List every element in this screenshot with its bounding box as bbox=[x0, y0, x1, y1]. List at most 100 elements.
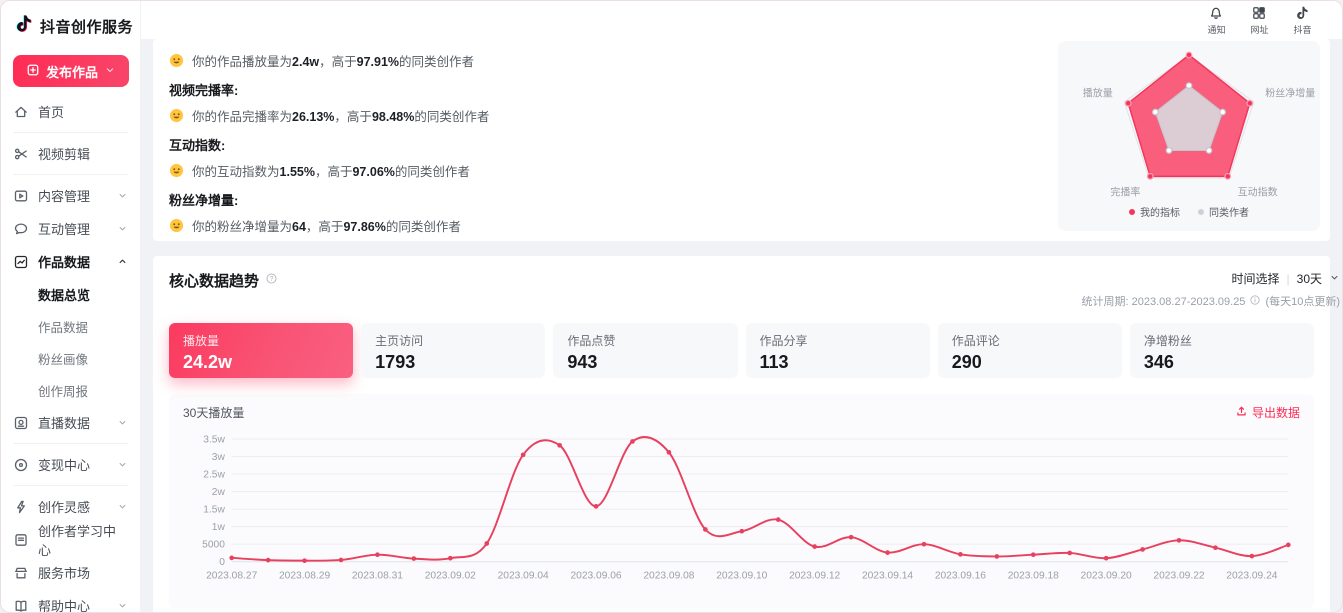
metric-description: 你的互动指数为1.55%，高于97.06%的同类创作者 bbox=[169, 161, 1030, 180]
book-icon bbox=[13, 598, 29, 613]
sidebar-item-label: 服务市场 bbox=[38, 563, 90, 582]
info-icon bbox=[1249, 294, 1261, 306]
update-note: (每天10点更新) bbox=[1265, 293, 1340, 309]
stat-card-label: 作品分享 bbox=[760, 332, 916, 349]
stat-card-label: 净增粉丝 bbox=[1144, 332, 1300, 349]
stat-card-comments[interactable]: 作品评论290 bbox=[938, 323, 1122, 378]
sidebar-item-home[interactable]: 首页 bbox=[1, 95, 140, 128]
metric-block: 互动指数:你的互动指数为1.55%，高于97.06%的同类创作者 bbox=[169, 135, 1030, 180]
chevron-down-icon bbox=[1329, 272, 1340, 286]
legend-peer-creators[interactable]: 同类作者 bbox=[1198, 204, 1249, 219]
stat-card-row: 播放量24.2w主页访问1793作品点赞943作品分享113作品评论290净增粉… bbox=[169, 323, 1314, 378]
scissors-icon bbox=[13, 146, 29, 162]
topbar-action-sites[interactable]: 网址 bbox=[1250, 5, 1269, 36]
stat-card-new-followers[interactable]: 净增粉丝 346 bbox=[1130, 323, 1314, 378]
sidebar-item-creator-learning-center[interactable]: 创作者学习中心 bbox=[1, 523, 140, 556]
x-axis-label: 2023.09.06 bbox=[570, 570, 621, 581]
topbar-action-douyin[interactable]: 抖音 bbox=[1293, 5, 1312, 36]
stat-card-likes[interactable]: 作品点赞 943 bbox=[553, 323, 737, 378]
radar-panel: 粉丝净增量互动指数完播率播放量 我的指标 同类作者 bbox=[1058, 41, 1320, 231]
line-chart[interactable]: 050001w1.5w2w2.5w3w3.5w2023.08.272023.08… bbox=[183, 421, 1300, 612]
sidebar-item-works-data[interactable]: 作品数据 bbox=[1, 245, 140, 278]
brand[interactable]: 抖音创作服务 bbox=[1, 1, 140, 43]
line-chart-title: 30天播放量 bbox=[183, 404, 244, 421]
stat-card-value: 943 bbox=[567, 352, 723, 373]
brand-title: 抖音创作服务 bbox=[40, 16, 133, 37]
stat-card-label: 作品评论 bbox=[952, 332, 1108, 349]
sidebar-item-label: 创作灵感 bbox=[38, 497, 90, 516]
stat-card-label: 作品点赞 bbox=[567, 332, 723, 349]
sidebar-item-label: 互动管理 bbox=[38, 219, 90, 238]
x-axis-label: 2023.09.04 bbox=[498, 570, 549, 581]
sidebar-item-content-management[interactable]: 内容管理 bbox=[1, 179, 140, 212]
x-axis-label: 2023.09.02 bbox=[425, 570, 476, 581]
sidebar-item-service-market[interactable]: 服务市场 bbox=[1, 556, 140, 589]
app-window: 抖音创作服务 发布作品 首页视频剪辑内容管理互动管理作品数据数据总览作品数据粉丝… bbox=[0, 0, 1343, 613]
metric-block: 粉丝净增量:你的粉丝净增量为64，高于97.86%的同类创作者 bbox=[169, 190, 1030, 235]
chevDown-icon bbox=[117, 600, 128, 611]
sidebar-item-label: 视频剪辑 bbox=[38, 144, 90, 163]
spark-icon bbox=[13, 499, 29, 515]
sidebar-item-creation-inspiration[interactable]: 创作灵感 bbox=[1, 490, 140, 523]
info-icon[interactable] bbox=[1249, 294, 1261, 309]
chevDown-icon bbox=[104, 64, 116, 76]
legend-my-metrics[interactable]: 我的指标 bbox=[1129, 204, 1180, 219]
line-chart-svg: 050001w1.5w2w2.5w3w3.5w2023.08.272023.08… bbox=[183, 421, 1300, 607]
sidebar-item-label: 创作者学习中心 bbox=[38, 521, 128, 559]
sidebar-item-label: 作品数据 bbox=[38, 252, 90, 271]
stat-card-value: 113 bbox=[760, 352, 916, 373]
y-axis-label: 2.5w bbox=[203, 469, 225, 480]
note-icon bbox=[1294, 5, 1310, 21]
smiley-icon bbox=[169, 108, 184, 123]
period-text: 统计周期: 2023.08.27-2023.09.25 bbox=[1082, 293, 1246, 309]
chevDown-icon bbox=[1329, 272, 1340, 283]
sidebar-subitem-creation-weekly[interactable]: 创作周报 bbox=[1, 374, 140, 406]
radar-axis-label: 互动指数 bbox=[1238, 185, 1278, 198]
trend-header: 核心数据趋势 ? 时间选择 | 30天 统计周期: 2023.08.27-202… bbox=[169, 270, 1314, 309]
topbar-action-notifications[interactable]: 通知 bbox=[1207, 5, 1226, 36]
stat-period: 统计周期: 2023.08.27-2023.09.25 (每天10点更新) bbox=[1082, 293, 1340, 309]
legend-label: 我的指标 bbox=[1140, 204, 1180, 219]
stat-card-plays[interactable]: 播放量24.2w bbox=[169, 323, 353, 378]
metric-title: 粉丝净增量: bbox=[169, 190, 1030, 209]
sidebar-divider bbox=[13, 174, 128, 175]
radar-svg: 粉丝净增量互动指数完播率播放量 bbox=[1058, 43, 1320, 201]
export-data-button[interactable]: 导出数据 bbox=[1235, 404, 1300, 421]
legend-dot-red bbox=[1129, 209, 1135, 215]
time-range-select[interactable]: 时间选择 | 30天 bbox=[1232, 270, 1341, 287]
radar-axis-label: 粉丝净增量 bbox=[1265, 87, 1315, 100]
coin-icon bbox=[13, 457, 29, 473]
topbar-action-label: 网址 bbox=[1250, 22, 1268, 35]
stat-card-value: 24.2w bbox=[183, 352, 339, 373]
stat-card-label: 主页访问 bbox=[375, 332, 531, 349]
sidebar-item-video-edit[interactable]: 视频剪辑 bbox=[1, 137, 140, 170]
export-label: 导出数据 bbox=[1252, 404, 1300, 421]
x-axis-label: 2023.08.27 bbox=[206, 570, 257, 581]
sidebar-subitem-works-data-sub[interactable]: 作品数据 bbox=[1, 310, 140, 342]
stat-card-profile-visits[interactable]: 主页访问1793 bbox=[361, 323, 545, 378]
sidebar-subitem-fan-portrait[interactable]: 粉丝画像 bbox=[1, 342, 140, 374]
legend-dot-gray bbox=[1198, 209, 1204, 215]
publish-label: 发布作品 bbox=[46, 62, 98, 81]
interact-icon bbox=[13, 221, 29, 237]
help-icon[interactable]: ? bbox=[265, 272, 278, 290]
bell-icon bbox=[1208, 5, 1224, 21]
topbar: 通知网址 抖音 bbox=[141, 1, 1342, 39]
smiley-icon bbox=[169, 163, 184, 178]
sidebar-item-interaction-management[interactable]: 互动管理 bbox=[1, 212, 140, 245]
metric-description: 你的作品播放量为2.4w，高于97.91%的同类创作者 bbox=[169, 51, 1030, 70]
radar-axis-label: 完播率 bbox=[1110, 185, 1140, 198]
sidebar-item-monetization-center[interactable]: 变现中心 bbox=[1, 448, 140, 481]
legend-label: 同类作者 bbox=[1209, 204, 1249, 219]
stat-card-shares[interactable]: 作品分享 113 bbox=[746, 323, 930, 378]
sidebar-item-help-center[interactable]: 帮助中心 bbox=[1, 589, 140, 612]
x-axis-label: 2023.08.31 bbox=[352, 570, 403, 581]
sidebar-subitem-data-overview[interactable]: 数据总览 bbox=[1, 278, 140, 310]
smiley-icon bbox=[169, 53, 184, 68]
stat-card-value: 346 bbox=[1144, 352, 1300, 373]
publish-button[interactable]: 发布作品 bbox=[13, 55, 129, 87]
sidebar-item-live-data[interactable]: 直播数据 bbox=[1, 406, 140, 439]
help-icon: ? bbox=[265, 272, 278, 285]
douyin-logo-icon bbox=[13, 13, 34, 39]
y-axis-label: 3w bbox=[212, 452, 226, 463]
